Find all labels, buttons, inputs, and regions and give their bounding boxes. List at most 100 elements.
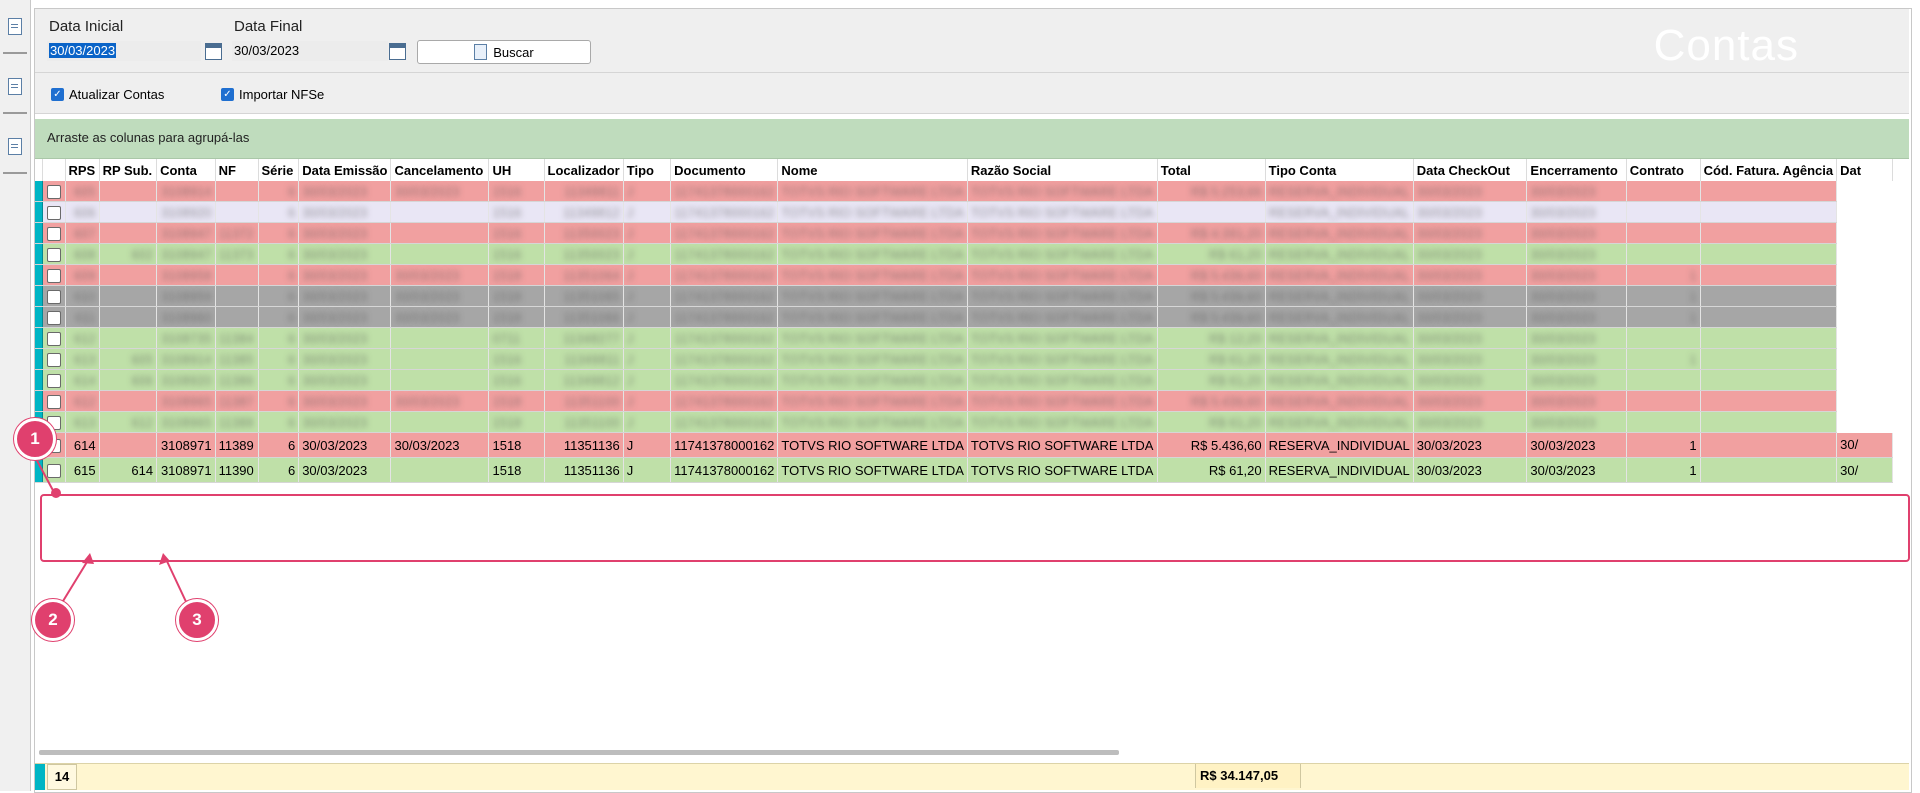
table-row[interactable]: 605 3108914 6 30/03/2023 30/03/2023 1516 11349… xyxy=(35,181,1909,202)
table-row[interactable]: 606 3108920 6 30/03/2023 1516 11349812 J 117413… xyxy=(35,201,1909,223)
row-select-cell[interactable] xyxy=(42,348,66,370)
table-cell: 30/03/2023 xyxy=(1413,264,1528,286)
initial-date-input[interactable]: 30/03/2023 xyxy=(47,41,201,61)
row-checkbox[interactable] xyxy=(46,205,61,220)
column-header[interactable]: Data CheckOut xyxy=(1413,159,1528,181)
table-cell: R$ 61,20 xyxy=(1157,348,1266,370)
table-cell: TOTVS RIO SOFTWARE LTDA xyxy=(777,369,968,391)
report-button[interactable] xyxy=(3,0,27,54)
table-cell: 11741378000162 xyxy=(670,327,779,349)
row-select-cell[interactable] xyxy=(42,457,66,483)
table-cell: 11741378000162 xyxy=(670,348,779,370)
column-header[interactable]: NF xyxy=(215,159,259,181)
row-select-cell[interactable] xyxy=(42,306,66,328)
column-header[interactable]: RP Sub. xyxy=(99,159,158,181)
column-header[interactable]: Tipo xyxy=(623,159,672,181)
table-cell: R$ 61,20 xyxy=(1157,369,1266,391)
column-header[interactable]: Tipo Conta xyxy=(1265,159,1414,181)
row-select-cell[interactable] xyxy=(42,264,66,286)
column-header[interactable]: Cód. Fatura. Agência xyxy=(1700,159,1838,181)
column-header[interactable]: Cancelamento xyxy=(390,159,490,181)
column-header[interactable]: Localizador xyxy=(544,159,624,181)
row-select-cell[interactable] xyxy=(42,222,66,244)
table-row[interactable]: 610 3108959 6 30/03/2023 30/03/2023 1518 11351… xyxy=(35,285,1909,307)
table-cell: 602 xyxy=(99,243,158,265)
row-checkbox[interactable] xyxy=(46,352,61,367)
calendar-icon[interactable] xyxy=(389,43,406,60)
table-row[interactable]: 611 3108960 6 30/03/2023 30/03/2023 1518 11351… xyxy=(35,306,1909,328)
column-header[interactable]: Nome xyxy=(777,159,968,181)
table-cell xyxy=(215,306,259,328)
table-cell: 6 xyxy=(258,411,300,433)
table-cell: 614 xyxy=(65,432,100,458)
table-cell: 615 xyxy=(65,457,100,483)
row-checkbox[interactable] xyxy=(46,184,61,199)
table-cell xyxy=(99,327,158,349)
table-cell: 30/03/2023 xyxy=(1526,432,1627,458)
row-checkbox[interactable] xyxy=(46,226,61,241)
table-row[interactable]: 614 3108971 11389 6 30/03/2023 30/03/2023 1518… xyxy=(35,432,1909,458)
table-cell: 11351100 xyxy=(544,411,624,433)
table-cell: TOTVS RIO SOFTWARE LTDA xyxy=(777,264,968,286)
table-cell: 11350023 xyxy=(544,243,624,265)
table-row[interactable]: 607 3108947 11372 6 30/03/2023 1516 11350023 J 1… xyxy=(35,222,1909,244)
column-header[interactable]: Total xyxy=(1157,159,1266,181)
row-select-cell[interactable] xyxy=(42,285,66,307)
row-checkbox[interactable] xyxy=(46,268,61,283)
table-cell xyxy=(99,285,158,307)
group-by-panel[interactable]: Arraste as colunas para agrupá-las xyxy=(35,119,1909,159)
column-header[interactable]: Série xyxy=(258,159,300,181)
row-checkbox[interactable] xyxy=(46,463,61,478)
search-button[interactable]: Buscar xyxy=(417,40,591,64)
table-row[interactable]: 614 606 3108920 11386 6 30/03/2023 1516 1134981… xyxy=(35,369,1909,391)
summary-footer: 14 R$ 34.147,05 xyxy=(35,763,1909,790)
table-row[interactable]: 608 602 3108947 11373 6 30/03/2023 1516 1135002… xyxy=(35,243,1909,265)
table-cell: J xyxy=(623,432,672,458)
header-select xyxy=(42,159,66,181)
column-header[interactable]: Razão Social xyxy=(967,159,1158,181)
row-select-cell[interactable] xyxy=(42,327,66,349)
row-select-cell[interactable] xyxy=(42,390,66,412)
table-cell: J xyxy=(623,348,672,370)
table-row[interactable]: 613 605 3108914 11385 6 30/03/2023 1516 1134981… xyxy=(35,348,1909,370)
table-cell: TOTVS RIO SOFTWARE LTDA xyxy=(777,432,968,458)
column-header[interactable]: Encerramento xyxy=(1526,159,1627,181)
table-cell xyxy=(1626,327,1701,349)
row-checkbox[interactable] xyxy=(46,289,61,304)
update-accounts-checkbox[interactable]: ✓ Atualizar Contas xyxy=(51,87,164,102)
column-header[interactable]: Data Emissão xyxy=(298,159,392,181)
row-checkbox[interactable] xyxy=(46,331,61,346)
row-select-cell[interactable] xyxy=(42,369,66,391)
column-header[interactable]: Conta xyxy=(156,159,216,181)
import-nfse-checkbox[interactable]: ✓ Importar NFSe xyxy=(221,87,324,102)
row-checkbox[interactable] xyxy=(46,310,61,325)
row-checkbox[interactable] xyxy=(46,247,61,262)
table-row[interactable]: 612 3108735 11384 6 30/03/2023 0711 11348277 J 1… xyxy=(35,327,1909,349)
table-row[interactable]: 609 3108958 6 30/03/2023 30/03/2023 1518 11351… xyxy=(35,264,1909,286)
document-button-1[interactable] xyxy=(3,60,27,114)
table-cell: RESERVA_INDIVIDUAL xyxy=(1265,264,1414,286)
table-cell xyxy=(1626,369,1701,391)
final-date-input[interactable]: 30/03/2023 xyxy=(232,41,388,61)
column-header[interactable]: Dat xyxy=(1836,159,1894,181)
row-checkbox[interactable] xyxy=(46,394,61,409)
document-button-2[interactable] xyxy=(3,120,27,174)
table-cell: 30/03/2023 xyxy=(1413,348,1528,370)
column-header[interactable]: RPS xyxy=(65,159,100,181)
table-row[interactable]: 613 612 3108965 11388 6 30/03/2023 1518 1135110… xyxy=(35,411,1909,433)
column-header[interactable]: UH xyxy=(488,159,545,181)
row-select-cell[interactable] xyxy=(42,201,66,223)
row-select-cell[interactable] xyxy=(42,181,66,202)
column-header[interactable]: Documento xyxy=(670,159,779,181)
column-header[interactable]: Contrato xyxy=(1626,159,1701,181)
table-cell: TOTVS RIO SOFTWARE LTDA xyxy=(777,306,968,328)
horizontal-scrollbar[interactable] xyxy=(39,750,1119,755)
calendar-icon[interactable] xyxy=(205,43,222,60)
table-cell xyxy=(1626,411,1701,433)
table-row[interactable]: 612 3108965 11387 6 30/03/2023 30/03/2023 1518… xyxy=(35,390,1909,412)
table-cell: 11349811 xyxy=(544,181,624,202)
row-select-cell[interactable] xyxy=(42,243,66,265)
table-cell: 3108920 xyxy=(156,201,216,223)
table-row[interactable]: 615 614 3108971 11390 6 30/03/2023 1518 1135113… xyxy=(35,457,1909,483)
row-checkbox[interactable] xyxy=(46,373,61,388)
